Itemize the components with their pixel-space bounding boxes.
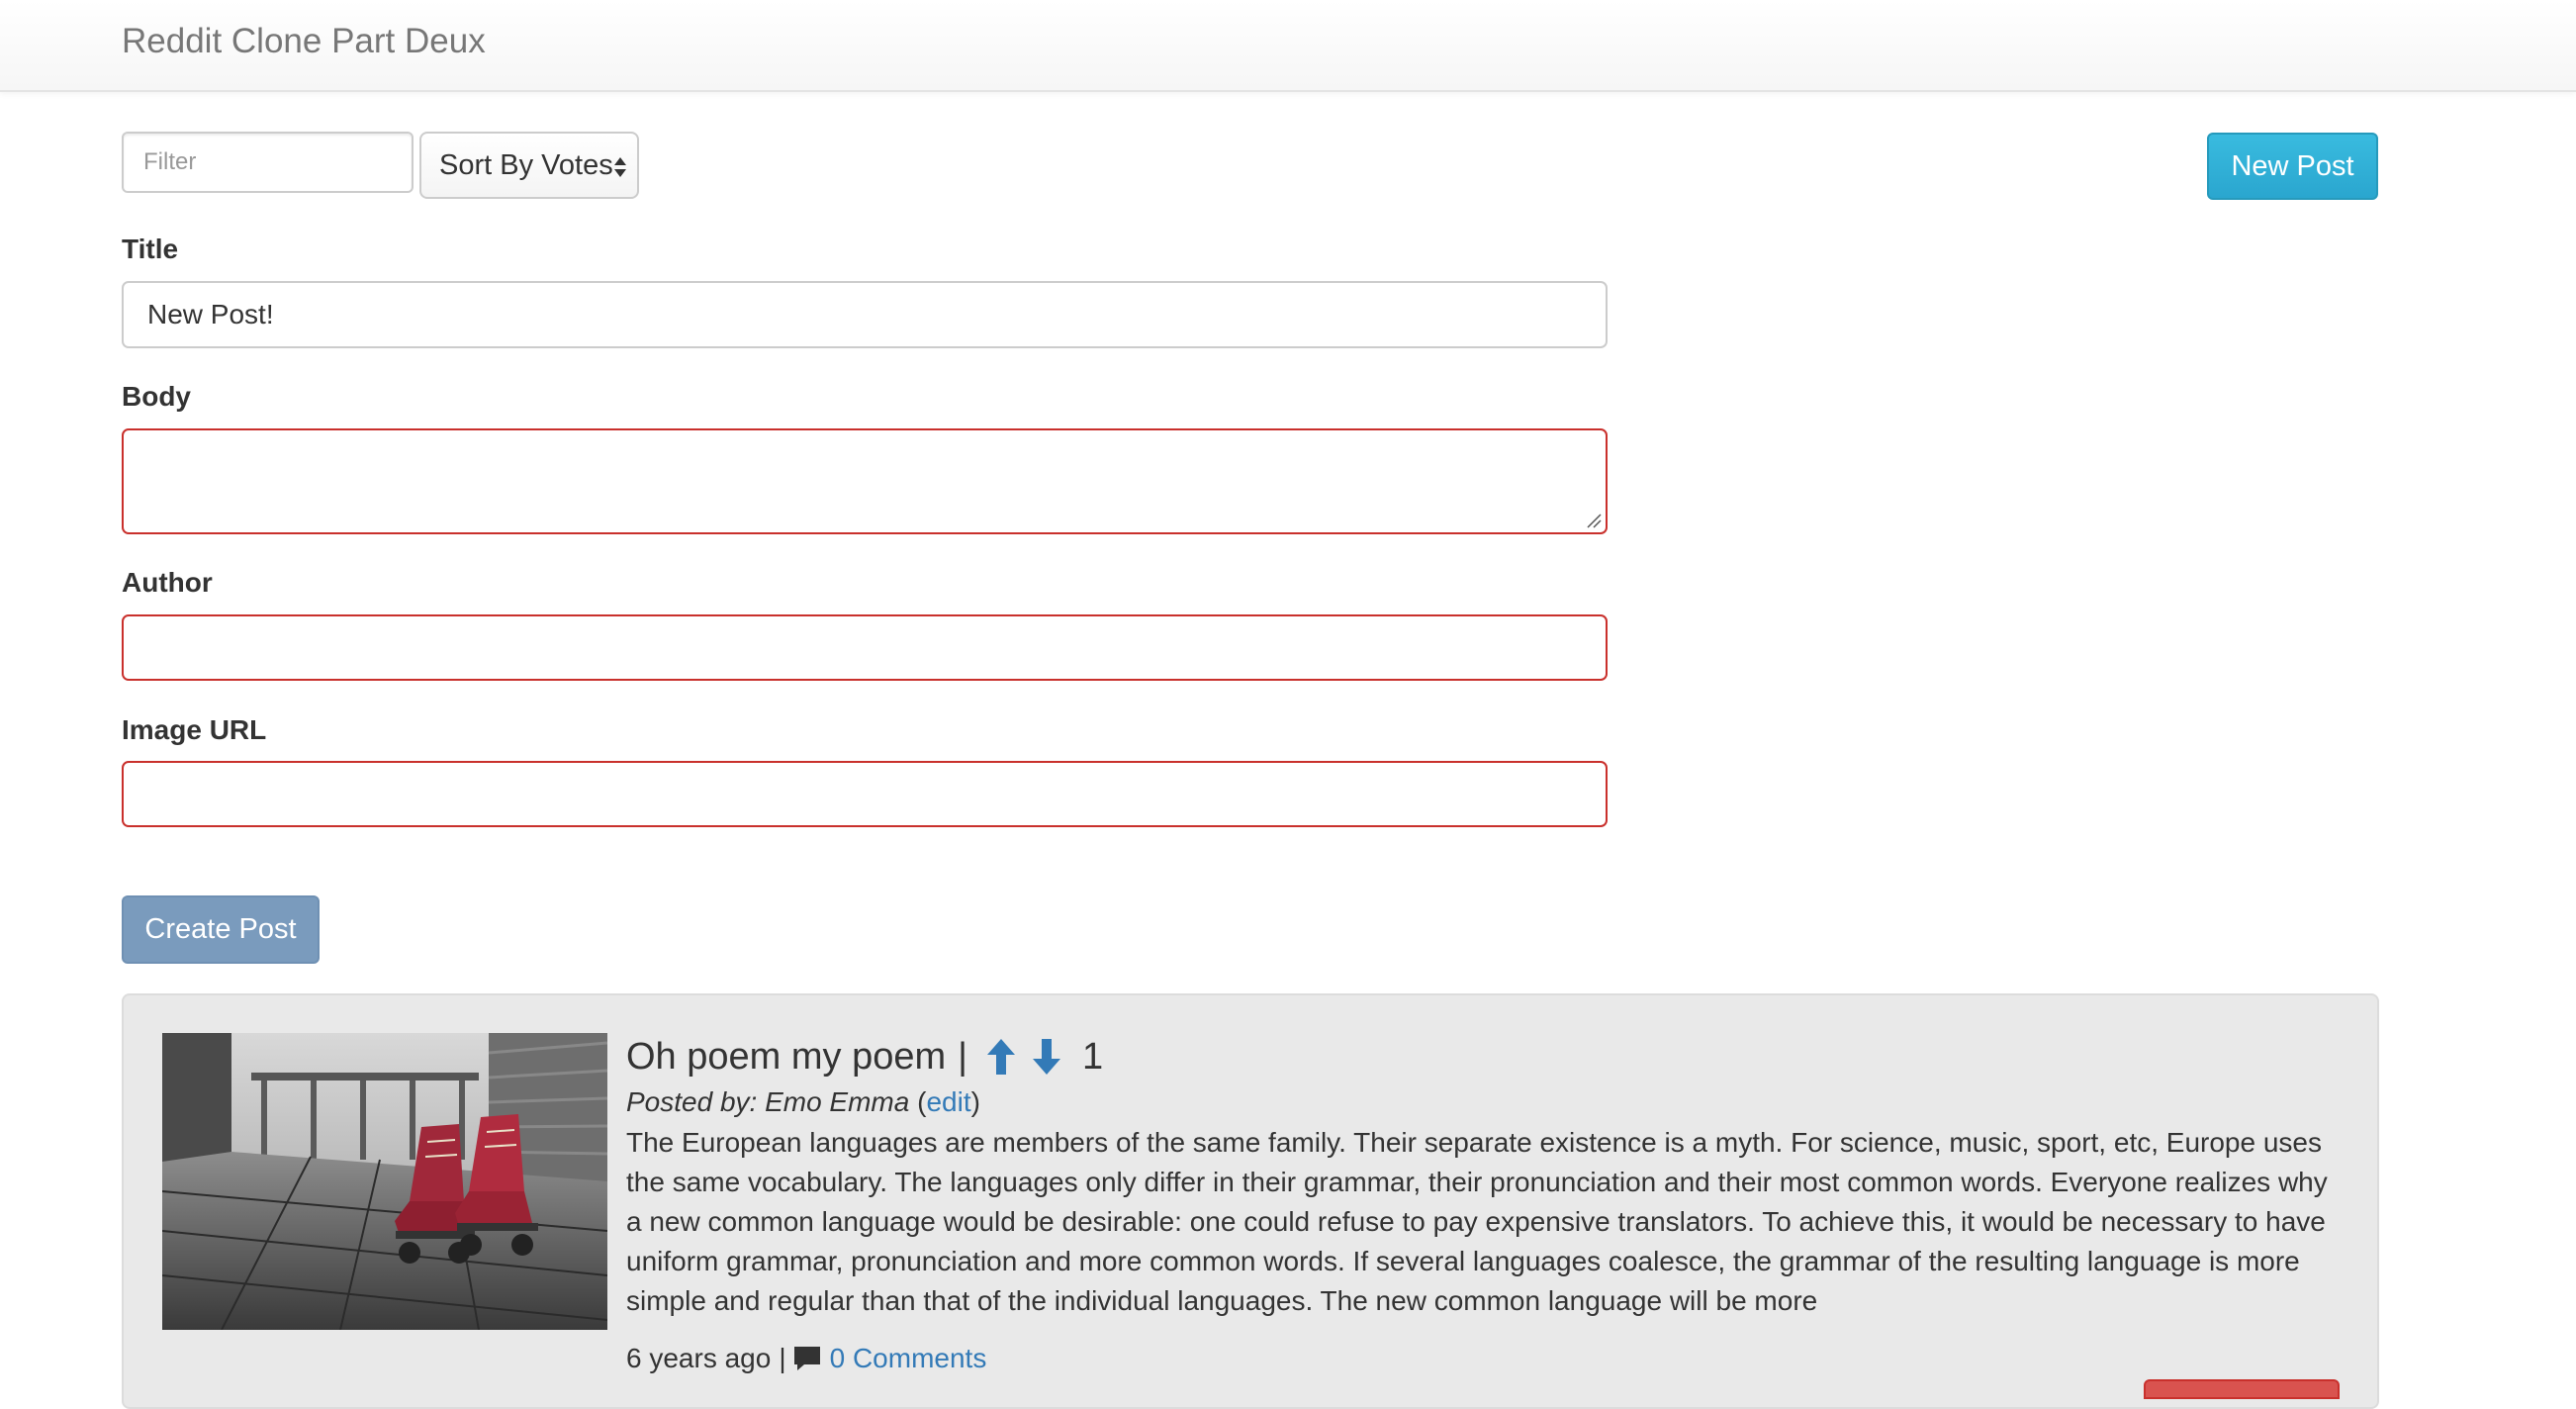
posted-by-text: Posted by: Emo Emma	[626, 1086, 910, 1117]
image-url-label: Image URL	[122, 714, 267, 745]
author-input[interactable]	[122, 614, 1608, 681]
image-url-input[interactable]	[122, 761, 1608, 827]
comments-link[interactable]: 0 Comments	[830, 1343, 987, 1374]
body-label: Body	[122, 381, 191, 412]
comment-icon	[793, 1347, 820, 1370]
post-age: 6 years ago	[626, 1343, 772, 1373]
vote-count: 1	[1082, 1035, 1104, 1078]
edit-paren-close: )	[970, 1086, 980, 1117]
body-textarea[interactable]	[122, 428, 1608, 534]
post-meta: 6 years ago | 0 Comments	[626, 1343, 986, 1374]
new-post-button[interactable]: New Post	[2207, 133, 2378, 200]
sort-arrows-icon	[614, 157, 626, 177]
author-label: Author	[122, 567, 213, 598]
brand-link[interactable]: Reddit Clone Part Deux	[122, 20, 486, 63]
title-separator: |	[958, 1035, 968, 1078]
meta-separator: |	[779, 1343, 786, 1373]
post-body: The European languages are members of th…	[626, 1127, 2328, 1316]
title-input[interactable]	[122, 281, 1608, 348]
edit-link[interactable]: edit	[926, 1086, 970, 1117]
post-thumbnail	[162, 1033, 607, 1330]
post-title: Oh poem my poem	[626, 1035, 947, 1078]
filter-input[interactable]	[122, 132, 414, 193]
title-label: Title	[122, 234, 179, 264]
delete-post-button[interactable]	[2144, 1379, 2340, 1399]
post-title-row: Oh poem my poem | 1	[626, 1029, 1103, 1084]
arrow-down-icon[interactable]	[1031, 1037, 1062, 1077]
roller-skates-image	[162, 1033, 607, 1330]
sort-select[interactable]: Sort By Votes	[419, 132, 639, 199]
post-author-line: Posted by: Emo Emma (edit)	[626, 1086, 980, 1118]
resize-grip-icon[interactable]	[1586, 513, 1602, 528]
arrow-up-icon[interactable]	[985, 1037, 1017, 1077]
create-post-button[interactable]: Create Post	[122, 895, 320, 964]
sort-select-value: Sort By Votes	[439, 148, 613, 181]
navbar: Reddit Clone Part Deux	[0, 0, 2576, 92]
